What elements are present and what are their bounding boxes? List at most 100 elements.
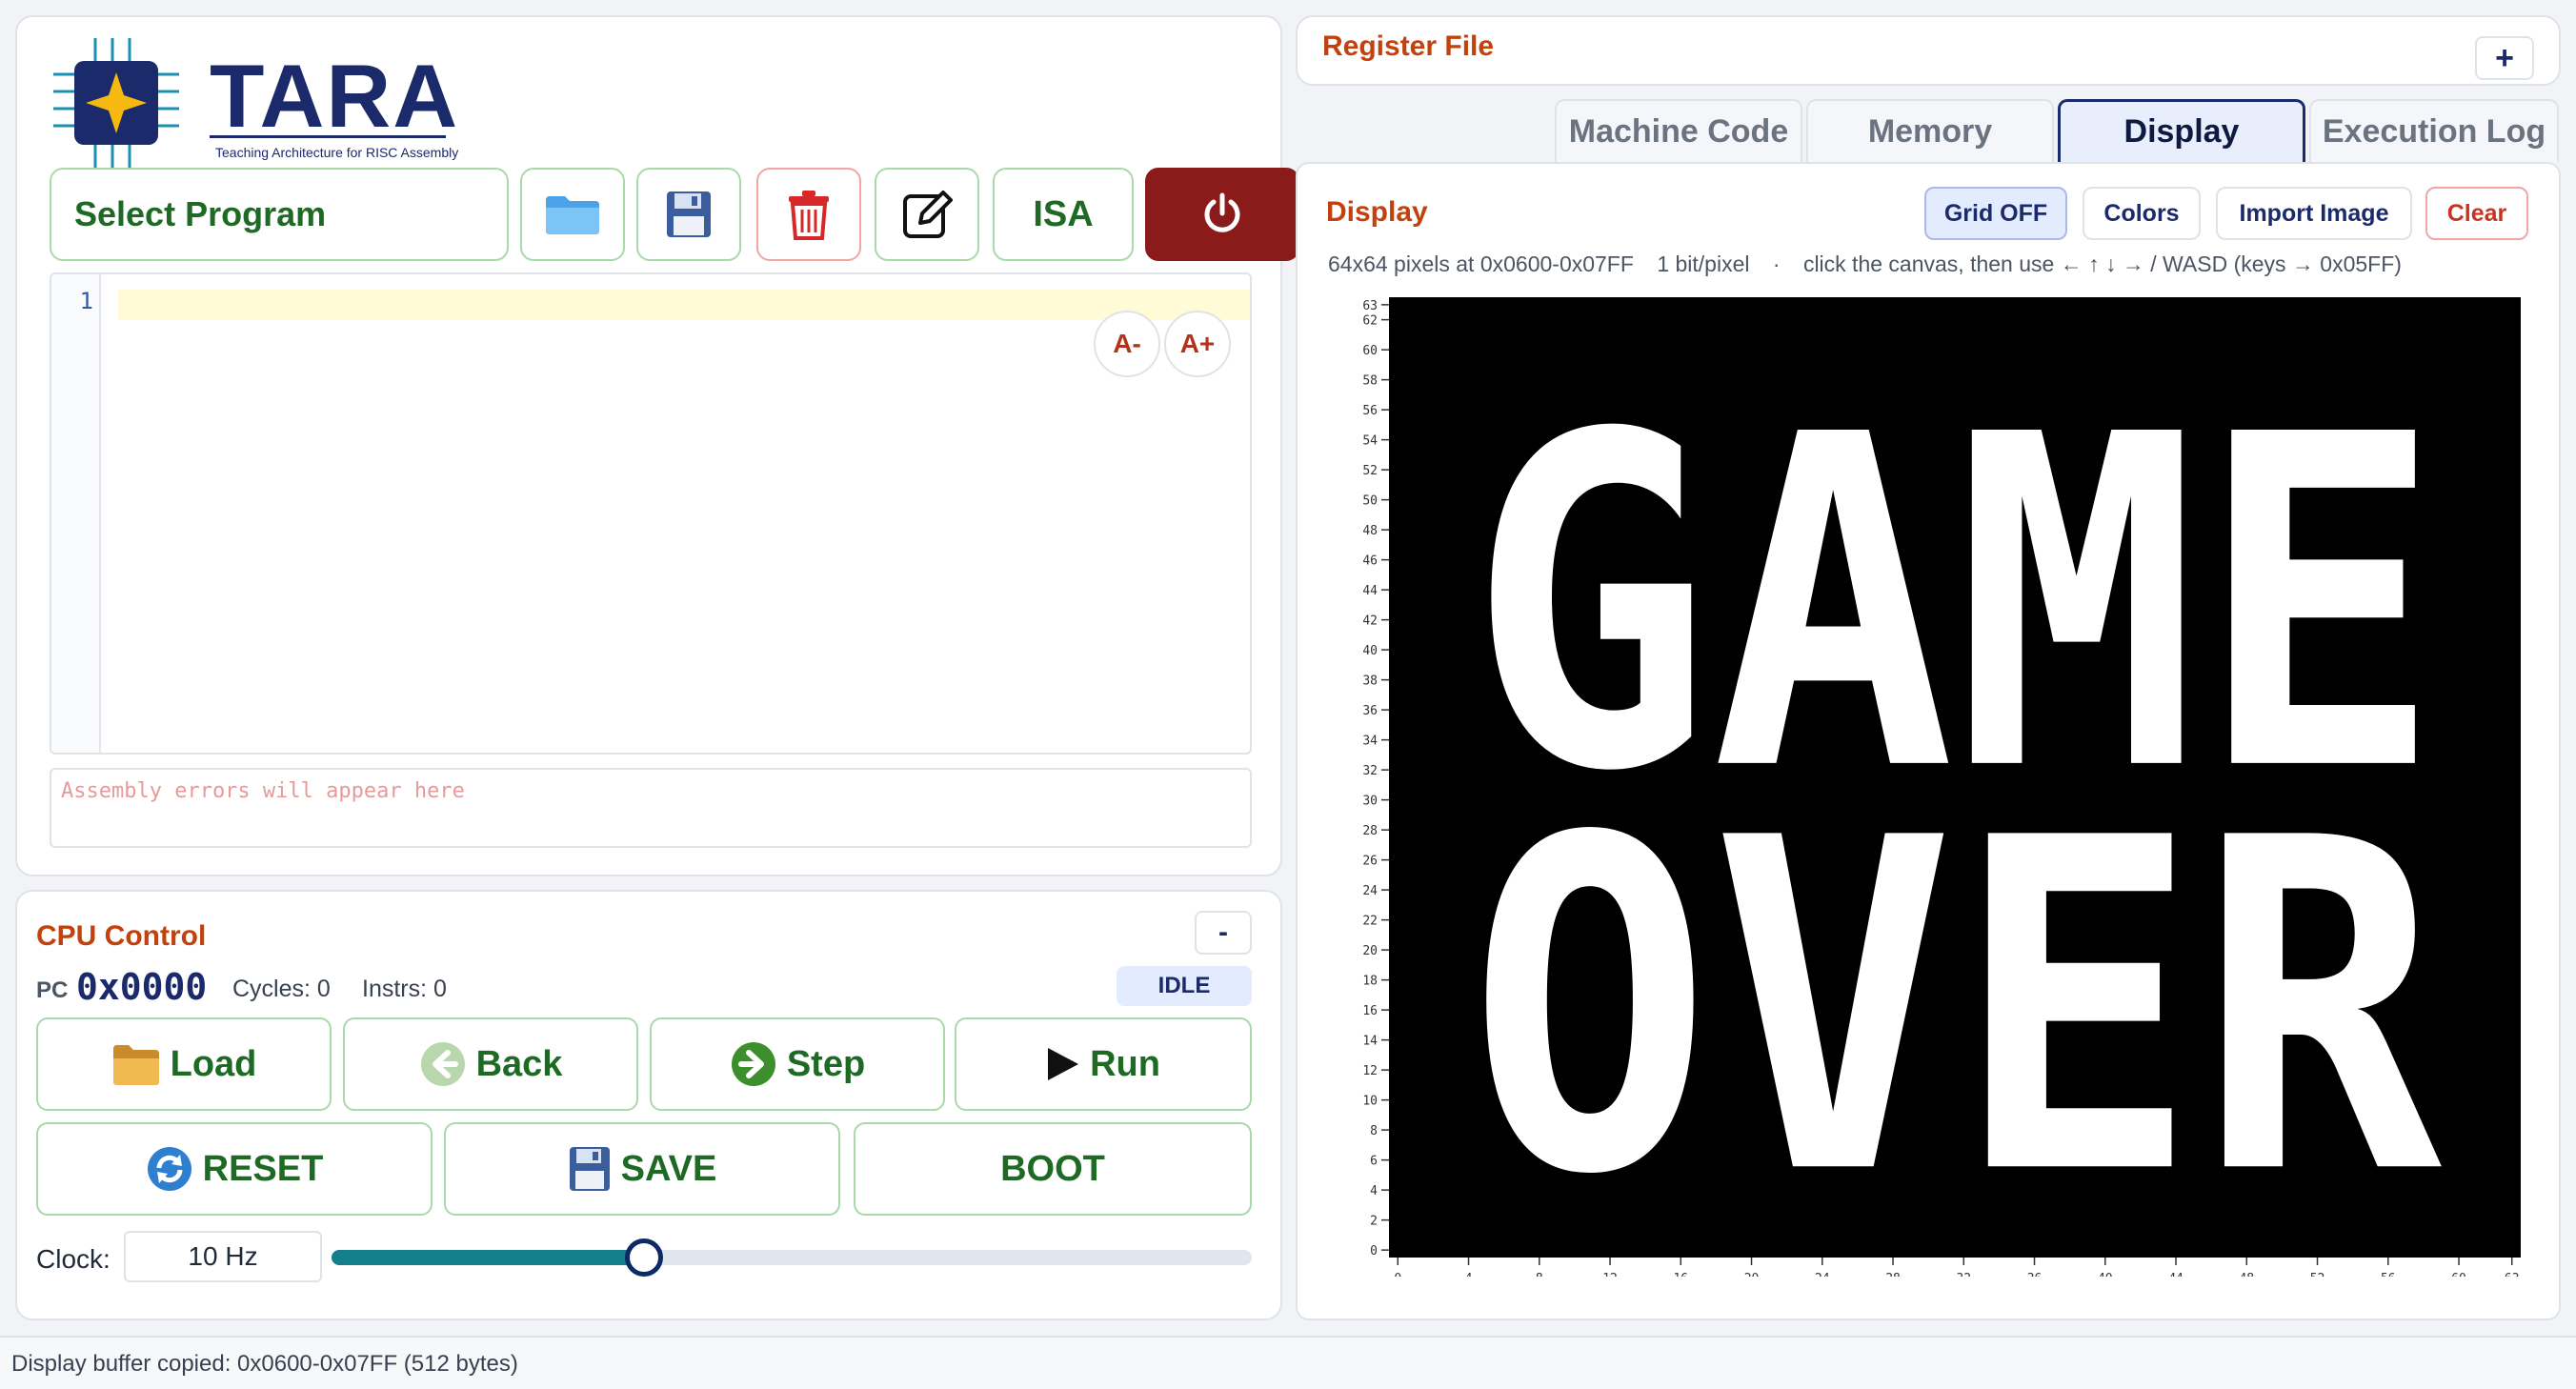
load-label: Load	[170, 1043, 257, 1084]
cycle-count: Cycles: 0	[232, 976, 331, 1002]
load-button[interactable]: Load	[36, 1017, 332, 1111]
colors-button[interactable]: Colors	[2083, 187, 2201, 240]
x-tick-label: 32	[1956, 1272, 1971, 1277]
x-tick-label: 12	[1602, 1272, 1618, 1277]
x-tick-label: 28	[1885, 1272, 1901, 1277]
y-tick-label: 2	[1370, 1215, 1378, 1229]
run-button[interactable]: Run	[955, 1017, 1252, 1111]
pencil-square-icon	[903, 191, 953, 238]
save-label: SAVE	[620, 1148, 717, 1189]
expand-register-file-button[interactable]: +	[2475, 36, 2534, 80]
power-button[interactable]	[1145, 168, 1299, 261]
arrow-right-circle-icon	[731, 1042, 775, 1086]
line-gutter: 1	[51, 274, 101, 753]
pc-value: 0x0000	[76, 966, 208, 1008]
font-decrease-button[interactable]: A-	[1094, 311, 1160, 377]
pixel-display-canvas[interactable]: 6362605856545250484644424038363432302826…	[1322, 286, 2532, 1277]
tab-machine-code[interactable]: Machine Code	[1555, 99, 1802, 162]
y-tick-label: 63	[1362, 299, 1378, 313]
instruction-count: Instrs: 0	[362, 976, 447, 1002]
save-state-button[interactable]: SAVE	[444, 1122, 840, 1216]
y-tick-label: 22	[1362, 915, 1378, 929]
x-tick-label: 40	[2098, 1272, 2113, 1277]
boot-label: BOOT	[1000, 1148, 1105, 1189]
y-tick-label: 16	[1362, 1004, 1378, 1018]
clock-slider-thumb[interactable]	[625, 1238, 664, 1277]
x-tick-label: 0	[1394, 1272, 1401, 1277]
refresh-icon	[147, 1147, 191, 1191]
font-increase-button[interactable]: A+	[1164, 311, 1231, 377]
play-icon	[1048, 1048, 1079, 1080]
y-tick-label: 40	[1362, 644, 1378, 658]
collapse-cpu-button[interactable]: -	[1195, 911, 1252, 955]
pc-label: PC	[36, 977, 69, 1003]
open-folder-button[interactable]	[520, 168, 625, 261]
status-bar: Display buffer copied: 0x0600-0x07FF (51…	[0, 1336, 2576, 1389]
y-tick-label: 58	[1362, 374, 1378, 389]
boot-button[interactable]: BOOT	[854, 1122, 1252, 1216]
x-tick-label: 36	[2027, 1272, 2043, 1277]
power-icon	[1204, 192, 1240, 232]
save-file-button[interactable]	[636, 168, 741, 261]
y-tick-label: 46	[1362, 554, 1378, 569]
code-editor[interactable]: 1 A- A+	[50, 272, 1252, 755]
y-tick-label: 12	[1362, 1064, 1378, 1078]
reset-label: RESET	[202, 1148, 324, 1189]
back-button[interactable]: Back	[343, 1017, 638, 1111]
y-tick-label: 18	[1362, 975, 1378, 989]
clear-display-button[interactable]: Clear	[2425, 187, 2528, 240]
reset-button[interactable]: RESET	[36, 1122, 433, 1216]
grid-toggle-button[interactable]: Grid OFF	[1924, 187, 2067, 240]
logo-underline	[210, 135, 446, 138]
display-info-separator: ·	[1772, 252, 1781, 276]
y-tick-label: 6	[1370, 1155, 1378, 1169]
pixel-text-line: OVER	[1468, 742, 2445, 1275]
x-tick-label: 52	[2310, 1272, 2325, 1277]
select-program-button[interactable]: Select Program	[50, 168, 509, 261]
clock-slider-fill	[332, 1250, 645, 1265]
register-file-panel: Register File +	[1296, 15, 2561, 86]
isa-button[interactable]: ISA	[993, 168, 1134, 261]
back-label: Back	[475, 1043, 563, 1084]
clock-frequency-input[interactable]: 10 Hz	[124, 1231, 322, 1282]
display-controls-hint: click the canvas, then use ← ↑ ↓ → / WAS…	[1802, 252, 2402, 276]
step-label: Step	[786, 1043, 866, 1084]
y-tick-label: 32	[1362, 764, 1378, 778]
x-tick-label: 60	[2451, 1272, 2466, 1277]
y-tick-label: 30	[1362, 795, 1378, 809]
chip-icon	[53, 38, 179, 168]
tab-memory[interactable]: Memory	[1806, 99, 2054, 162]
y-tick-label: 8	[1370, 1124, 1378, 1138]
tab-execution-log[interactable]: Execution Log	[2309, 99, 2559, 162]
x-tick-label: 16	[1673, 1272, 1688, 1277]
folder-icon	[546, 196, 599, 234]
y-tick-label: 26	[1362, 855, 1378, 869]
delete-button[interactable]	[756, 168, 861, 261]
active-line-highlight	[118, 290, 1250, 320]
display-panel: Display Grid OFF Colors Import Image Cle…	[1296, 162, 2561, 1320]
y-tick-label: 44	[1362, 584, 1378, 598]
x-tick-label: 56	[2381, 1272, 2396, 1277]
tara-logo: TARA Teaching Architecture for RISC Asse…	[50, 36, 458, 170]
display-depth-info: 1 bit/pixel	[1657, 252, 1750, 276]
y-tick-label: 14	[1362, 1035, 1378, 1049]
edit-button[interactable]	[875, 168, 979, 261]
y-tick-label: 28	[1362, 824, 1378, 838]
y-tick-label: 20	[1362, 944, 1378, 958]
floppy-disk-icon	[569, 1147, 610, 1191]
display-title: Display	[1326, 196, 1428, 228]
y-tick-label: 60	[1362, 344, 1378, 358]
x-tick-label: 4	[1465, 1272, 1473, 1277]
tab-display[interactable]: Display	[2058, 99, 2305, 162]
trash-icon	[789, 191, 829, 240]
y-tick-label: 4	[1370, 1184, 1378, 1198]
y-tick-label: 62	[1362, 314, 1378, 329]
y-tick-label: 34	[1362, 735, 1378, 749]
cpu-status-badge: IDLE	[1117, 966, 1252, 1006]
editor-panel: TARA Teaching Architecture for RISC Asse…	[15, 15, 1299, 876]
y-tick-label: 56	[1362, 404, 1378, 418]
step-button[interactable]: Step	[650, 1017, 945, 1111]
clock-slider[interactable]	[332, 1238, 1252, 1277]
import-image-button[interactable]: Import Image	[2216, 187, 2412, 240]
y-tick-label: 10	[1362, 1095, 1378, 1109]
